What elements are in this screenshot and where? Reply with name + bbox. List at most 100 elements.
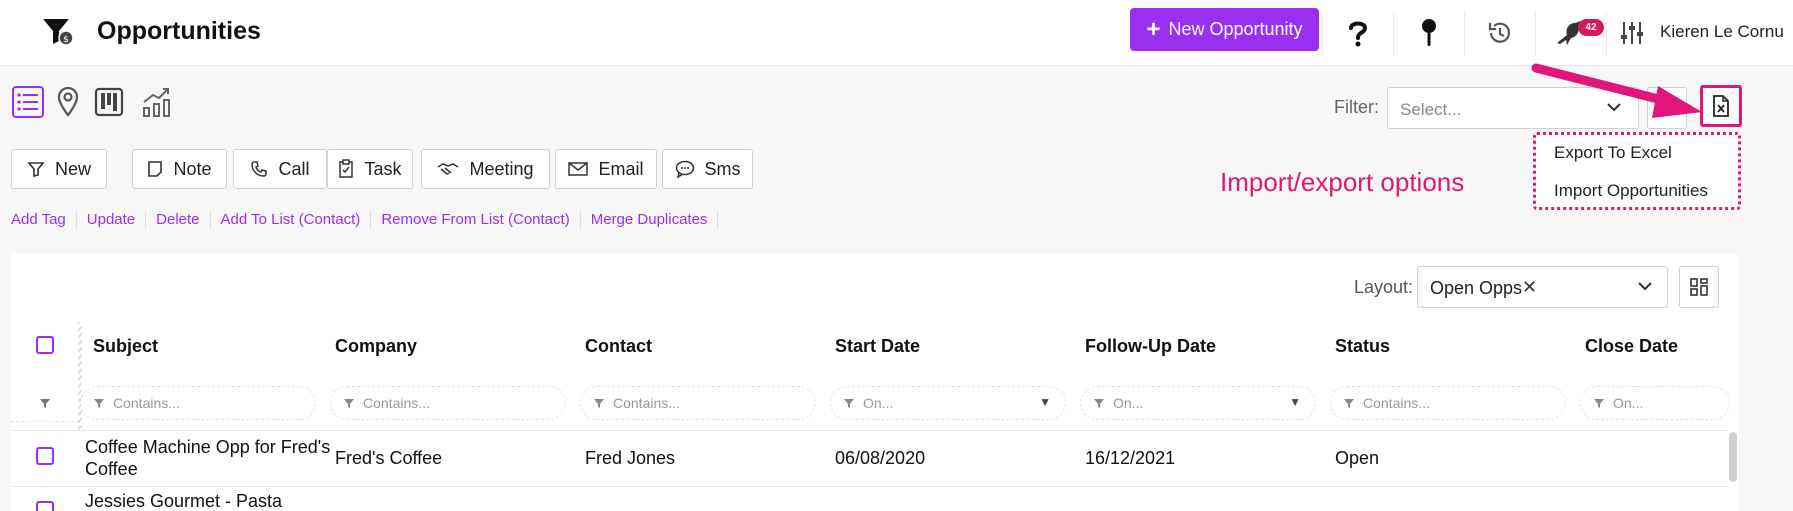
layout-value: Open Opps bbox=[1430, 278, 1523, 298]
merge-duplicates-link[interactable]: Merge Duplicates bbox=[581, 211, 719, 229]
column-header-subject[interactable]: Subject bbox=[93, 336, 158, 357]
new-button-label: New bbox=[54, 158, 91, 179]
menu-item-export-excel[interactable]: Export To Excel bbox=[1554, 143, 1672, 163]
layout-select[interactable]: Open Opps ✕ bbox=[1417, 266, 1668, 308]
subject-line: Coffee Machine Opp for Fred's bbox=[85, 437, 331, 457]
filter-placeholder: Contains... bbox=[1363, 395, 1430, 411]
filter-label: Filter: bbox=[1334, 97, 1379, 117]
funnel-icon bbox=[344, 399, 354, 408]
column-header-close-date[interactable]: Close Date bbox=[1585, 336, 1678, 357]
page-title: Opportunities bbox=[97, 17, 261, 45]
table-scrollbar[interactable] bbox=[1729, 432, 1737, 482]
funnel-logo-icon[interactable]: $ bbox=[40, 14, 76, 50]
envelope-icon bbox=[568, 162, 589, 176]
company-filter-input[interactable]: Contains... bbox=[330, 386, 566, 420]
kanban-view-icon[interactable] bbox=[93, 86, 125, 118]
export-excel-button[interactable] bbox=[1700, 85, 1742, 127]
table-row-company: Fred's Coffee bbox=[335, 448, 443, 468]
filter-placeholder: On... bbox=[1613, 395, 1644, 411]
bulk-actions: Add Tag Update Delete Add To List (Conta… bbox=[11, 211, 719, 229]
filter-placeholder: Select... bbox=[1400, 100, 1462, 119]
funnel-icon bbox=[27, 162, 45, 178]
filter-placeholder: Contains... bbox=[363, 395, 430, 411]
new-opportunity-label: New Opportunity bbox=[1168, 19, 1303, 39]
history-icon[interactable] bbox=[1464, 10, 1534, 56]
email-button-label: Email bbox=[598, 158, 644, 179]
column-header-status[interactable]: Status bbox=[1335, 336, 1390, 357]
note-button-label: Note bbox=[173, 158, 212, 179]
chevron-down-icon bbox=[1637, 279, 1653, 298]
notification-count-badge: 42 bbox=[1578, 19, 1604, 36]
top-bar: $ Opportunities + New Opportunity 42 Kie… bbox=[0, 0, 1793, 66]
add-to-list-link[interactable]: Add To List (Contact) bbox=[211, 211, 372, 229]
table-row-subject[interactable]: Jessies Gourmet - Pasta bbox=[85, 491, 282, 511]
meeting-button[interactable]: Meeting bbox=[421, 149, 550, 189]
contact-filter-input[interactable]: Contains... bbox=[580, 386, 816, 420]
new-button[interactable]: New bbox=[11, 149, 107, 189]
pin-icon[interactable] bbox=[1393, 10, 1463, 56]
list-view-icon[interactable] bbox=[12, 86, 44, 118]
menu-item-import-opportunities[interactable]: Import Opportunities bbox=[1554, 181, 1708, 201]
email-button[interactable]: Email bbox=[555, 149, 657, 189]
close-date-filter-input[interactable]: On... bbox=[1580, 386, 1730, 420]
status-filter-input[interactable]: Contains... bbox=[1330, 386, 1566, 420]
svg-text:$: $ bbox=[63, 35, 69, 45]
excel-file-icon bbox=[1713, 95, 1729, 117]
column-header-company[interactable]: Company bbox=[335, 336, 417, 357]
filter-placeholder: Contains... bbox=[113, 395, 180, 411]
row-checkbox[interactable] bbox=[36, 501, 54, 511]
dropdown-caret-icon[interactable]: ▼ bbox=[1039, 395, 1051, 409]
update-link[interactable]: Update bbox=[77, 211, 147, 229]
table-row-subject[interactable]: Coffee Machine Opp for Fred's Coffee bbox=[85, 436, 330, 480]
funnel-icon bbox=[1594, 399, 1604, 408]
remove-from-list-link[interactable]: Remove From List (Contact) bbox=[371, 211, 581, 229]
chart-view-icon[interactable] bbox=[141, 86, 173, 118]
delete-link[interactable]: Delete bbox=[146, 211, 211, 229]
note-button[interactable]: Note bbox=[132, 149, 227, 189]
annotation-label: Import/export options bbox=[1220, 167, 1465, 197]
column-resize-handle[interactable] bbox=[78, 322, 82, 432]
row-checkbox[interactable] bbox=[36, 447, 54, 465]
note-icon bbox=[148, 161, 163, 177]
table-row-followup-date: 16/12/2021 bbox=[1085, 448, 1176, 468]
column-header-start-date[interactable]: Start Date bbox=[835, 336, 920, 357]
settings-sliders-icon[interactable] bbox=[1606, 10, 1656, 56]
select-all-checkbox[interactable] bbox=[36, 336, 54, 354]
followup-date-filter-input[interactable]: On... ▼ bbox=[1080, 386, 1316, 420]
help-icon[interactable] bbox=[1322, 10, 1392, 56]
subject-filter-input[interactable]: Contains... bbox=[80, 386, 316, 420]
map-view-icon[interactable] bbox=[52, 86, 84, 118]
chat-bubble-icon bbox=[675, 160, 694, 178]
funnel-icon bbox=[1344, 399, 1354, 408]
funnel-icon bbox=[1094, 399, 1104, 408]
sms-button[interactable]: Sms bbox=[662, 149, 753, 189]
table-row-status: Open bbox=[1335, 448, 1380, 468]
task-button-label: Task bbox=[364, 158, 402, 179]
plus-icon: + bbox=[1146, 15, 1161, 43]
dropdown-caret-icon[interactable]: ▼ bbox=[1289, 395, 1301, 409]
call-button[interactable]: Call bbox=[233, 149, 327, 189]
start-date-filter-input[interactable]: On... ▼ bbox=[830, 386, 1066, 420]
add-tag-link[interactable]: Add Tag bbox=[11, 211, 77, 229]
row-divider bbox=[11, 430, 1728, 431]
task-button[interactable]: Task bbox=[327, 149, 413, 189]
annotation-arrow-icon bbox=[1531, 63, 1702, 118]
layout-grid-button[interactable] bbox=[1679, 266, 1719, 308]
phone-icon bbox=[251, 161, 268, 177]
import-export-menu: Export To Excel Import Opportunities bbox=[1533, 132, 1741, 210]
user-name[interactable]: Kieren Le Cornu bbox=[1660, 22, 1784, 42]
clear-layout-icon[interactable]: ✕ bbox=[1522, 277, 1537, 298]
table-row-start-date: 06/08/2020 bbox=[835, 448, 926, 468]
subject-line: Coffee bbox=[85, 459, 138, 479]
filter-row-icon bbox=[40, 399, 50, 408]
new-opportunity-button[interactable]: + New Opportunity bbox=[1130, 8, 1319, 51]
table-row-contact: Fred Jones bbox=[585, 448, 676, 468]
funnel-icon bbox=[594, 399, 604, 408]
sms-button-label: Sms bbox=[704, 158, 741, 179]
funnel-icon bbox=[844, 399, 854, 408]
meeting-button-label: Meeting bbox=[469, 158, 534, 179]
column-header-followup-date[interactable]: Follow-Up Date bbox=[1085, 336, 1216, 357]
column-header-contact[interactable]: Contact bbox=[585, 336, 652, 357]
row-divider bbox=[11, 486, 1728, 487]
grid-icon bbox=[1690, 278, 1708, 296]
